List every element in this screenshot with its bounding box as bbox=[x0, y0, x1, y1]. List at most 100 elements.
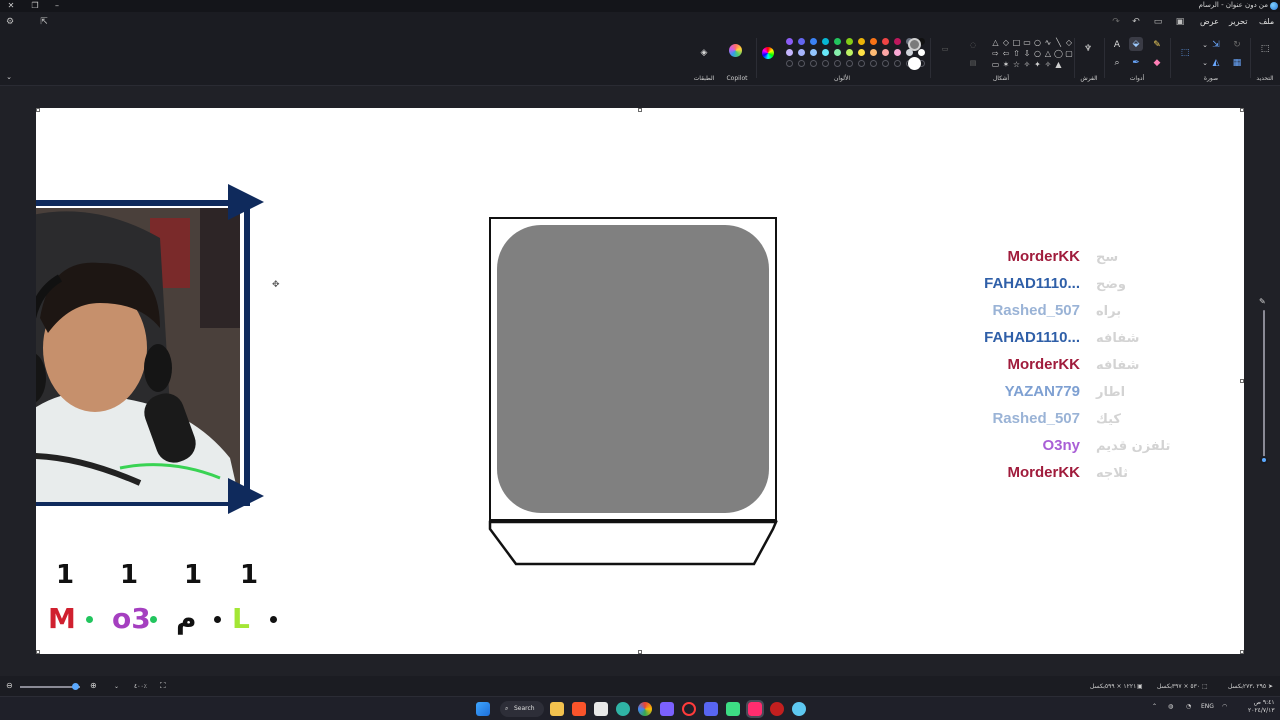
palette-swatch[interactable] bbox=[918, 49, 925, 56]
custom-color-slot[interactable] bbox=[894, 60, 901, 67]
copilot-icon[interactable] bbox=[729, 44, 742, 57]
palette-swatch[interactable] bbox=[798, 38, 805, 45]
save-icon[interactable]: ▣ bbox=[1174, 16, 1186, 28]
file-explorer-icon[interactable] bbox=[550, 702, 564, 716]
shape-icon[interactable]: ☆ bbox=[1012, 60, 1021, 69]
shape-icon[interactable]: ○ bbox=[1033, 49, 1042, 58]
menu-edit[interactable]: تحرير bbox=[1229, 17, 1247, 26]
rotate-icon[interactable]: ↻ bbox=[1230, 38, 1244, 52]
palette-swatch[interactable] bbox=[786, 49, 793, 56]
shape-icon[interactable]: ⇩ bbox=[1023, 49, 1032, 58]
custom-color-slot[interactable] bbox=[786, 60, 793, 67]
shape-icon[interactable]: ▢ bbox=[1065, 49, 1074, 58]
app-icon-2[interactable] bbox=[726, 702, 740, 716]
shape-icon[interactable]: ∿ bbox=[1044, 38, 1053, 47]
custom-color-slot[interactable] bbox=[810, 60, 817, 67]
shape-icon[interactable]: ⇦ bbox=[1002, 49, 1011, 58]
shape-icon[interactable]: ✧ bbox=[1044, 60, 1053, 69]
resize-handle-tl[interactable] bbox=[36, 108, 40, 112]
shape-icon[interactable]: △ bbox=[991, 38, 1000, 47]
share-icon[interactable]: ⇱ bbox=[38, 16, 50, 28]
palette-swatch[interactable] bbox=[834, 49, 841, 56]
taskbar-search[interactable]: ⌕ Search bbox=[500, 701, 544, 717]
menu-file[interactable]: ملف bbox=[1259, 17, 1274, 26]
shape-outline-icon[interactable]: ▭ bbox=[938, 42, 952, 56]
zoom-slider[interactable] bbox=[20, 686, 80, 688]
primary-color-swatch[interactable] bbox=[908, 38, 921, 51]
shape-icon[interactable]: ✧ bbox=[1023, 60, 1032, 69]
zoom-slider-thumb[interactable] bbox=[72, 683, 79, 690]
undo-icon[interactable]: ↶ bbox=[1130, 16, 1142, 28]
drawing-canvas[interactable]: ✥ MorderKK سح FAHAD1110... وضح Rashed_507 برا… bbox=[36, 108, 1244, 654]
collapse-ribbon-icon[interactable]: ⌄ bbox=[2, 70, 16, 84]
start-button-icon[interactable] bbox=[476, 702, 490, 716]
wifi-icon[interactable]: ◠ bbox=[1222, 703, 1227, 710]
palette-swatch[interactable] bbox=[798, 49, 805, 56]
tray-overflow-icon[interactable]: ⌃ bbox=[1152, 703, 1157, 710]
shape-icon[interactable]: □ bbox=[1012, 38, 1021, 47]
paint-taskbar-icon[interactable] bbox=[792, 702, 806, 716]
pencil-tool-icon[interactable]: ✎ bbox=[1150, 38, 1164, 52]
zoom-out-icon[interactable]: ⊖ bbox=[6, 681, 13, 690]
custom-color-slot[interactable] bbox=[858, 60, 865, 67]
shape-icon[interactable]: ⇧ bbox=[1012, 49, 1021, 58]
shape-icon[interactable]: ✶ bbox=[1002, 60, 1011, 69]
redo-icon[interactable]: ↷ bbox=[1110, 16, 1122, 28]
tray-network-icon[interactable]: ◔ bbox=[1186, 703, 1191, 710]
zoom-in-icon[interactable]: ⊕ bbox=[90, 681, 97, 690]
resize-handle-bottom[interactable] bbox=[638, 650, 642, 654]
palette-swatch[interactable] bbox=[810, 49, 817, 56]
custom-color-slot[interactable] bbox=[798, 60, 805, 67]
resize-handle-br[interactable] bbox=[1240, 650, 1244, 654]
palette-swatch[interactable] bbox=[870, 38, 877, 45]
palette-swatch[interactable] bbox=[882, 38, 889, 45]
chrome-icon[interactable] bbox=[638, 702, 652, 716]
magnifier-icon[interactable]: ⌕ bbox=[1110, 56, 1124, 70]
resize-icon[interactable]: ⇲ bbox=[1209, 38, 1223, 52]
palette-swatch[interactable] bbox=[822, 38, 829, 45]
opera-icon[interactable] bbox=[682, 702, 696, 716]
maximize-icon[interactable]: ❐ bbox=[24, 0, 46, 12]
selection-icon[interactable]: ⬚ bbox=[1258, 42, 1272, 56]
palette-swatch[interactable] bbox=[894, 38, 901, 45]
shape-icon[interactable]: ○ bbox=[1033, 38, 1042, 47]
palette-swatch[interactable] bbox=[786, 38, 793, 45]
store-icon[interactable] bbox=[594, 702, 608, 716]
open-file-icon[interactable]: ▭ bbox=[1152, 16, 1164, 28]
minimize-icon[interactable]: – bbox=[46, 0, 68, 12]
shape-icon[interactable]: ▭ bbox=[1023, 38, 1032, 47]
brush-icon[interactable]: ♆ bbox=[1081, 42, 1095, 56]
palette-swatch[interactable] bbox=[894, 49, 901, 56]
shape-icon[interactable]: ◯ bbox=[1054, 49, 1063, 58]
settings-icon[interactable]: ⚙ bbox=[4, 16, 16, 28]
palette-swatch[interactable] bbox=[846, 49, 853, 56]
shape-icon[interactable]: ✦ bbox=[1033, 60, 1042, 69]
resize-handle-top[interactable] bbox=[638, 108, 642, 112]
shape-line-icon[interactable]: ▤ bbox=[966, 56, 980, 70]
brush-size-slider[interactable] bbox=[1260, 296, 1268, 466]
edit-colors-icon[interactable] bbox=[762, 47, 774, 59]
shape-icon[interactable]: ╲ bbox=[1054, 38, 1063, 47]
shape-icon[interactable]: ▲ bbox=[1054, 60, 1063, 69]
custom-color-slot[interactable] bbox=[822, 60, 829, 67]
resize-handle-bl[interactable] bbox=[36, 650, 40, 654]
flip-icon[interactable]: ◭ bbox=[1209, 56, 1223, 70]
shape-icon[interactable]: △ bbox=[1044, 49, 1053, 58]
layers-icon[interactable]: ◈ bbox=[697, 46, 711, 60]
discord-icon[interactable] bbox=[704, 702, 718, 716]
palette-swatch[interactable] bbox=[858, 38, 865, 45]
palette-swatch[interactable] bbox=[846, 38, 853, 45]
zoom-dropdown-icon[interactable]: ⌄ bbox=[114, 683, 119, 690]
palette-swatch[interactable] bbox=[822, 49, 829, 56]
menu-view[interactable]: عرض bbox=[1200, 17, 1219, 26]
shape-icon[interactable]: ◇ bbox=[1065, 38, 1074, 47]
palette-swatch[interactable] bbox=[810, 38, 817, 45]
color-picker-icon[interactable]: ✒ bbox=[1129, 56, 1143, 70]
resize-handle-tr[interactable] bbox=[1240, 108, 1244, 112]
secondary-color-swatch[interactable] bbox=[908, 57, 921, 70]
palette-swatch[interactable] bbox=[870, 49, 877, 56]
remove-background-icon[interactable]: ▦ bbox=[1230, 56, 1244, 70]
palette-swatch[interactable] bbox=[858, 49, 865, 56]
fill-tool-icon[interactable]: ⬙ bbox=[1129, 37, 1143, 51]
custom-color-slot[interactable] bbox=[870, 60, 877, 67]
